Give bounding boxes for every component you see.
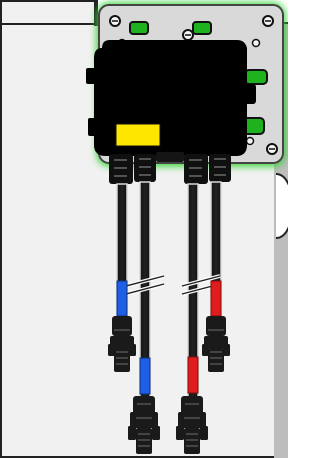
gland-bridge (156, 152, 184, 162)
screw-icon (266, 143, 278, 155)
blue-sleeve-top (116, 280, 128, 317)
connector-cap (206, 316, 226, 336)
bracket-tab-left-top (129, 21, 149, 35)
diagram-stage (0, 0, 288, 458)
gland-3 (184, 154, 208, 184)
screw-icon (109, 15, 121, 27)
panel-side-bulge (275, 173, 288, 239)
bracket-tab-right-middle (244, 69, 268, 85)
red-sleeve-bottom (187, 356, 199, 394)
gland-1 (109, 154, 133, 184)
housing-ear-right (244, 84, 256, 104)
microinverter-diagram (0, 0, 288, 458)
yellow-label (115, 123, 161, 147)
screw-icon (262, 15, 274, 27)
microinverter-housing (86, 40, 256, 156)
gland-2 (134, 154, 156, 182)
screw-icon (182, 29, 194, 41)
screw-icon (251, 38, 261, 48)
bracket-tab-right-top (192, 21, 212, 35)
housing-ear-left-bottom (88, 118, 96, 136)
red-sleeve-top (210, 280, 222, 317)
gland-4 (209, 154, 231, 182)
connector-cap (112, 316, 132, 336)
blue-sleeve-bottom (139, 357, 151, 395)
housing-ear-left (86, 68, 96, 84)
screw-icon (245, 136, 255, 146)
